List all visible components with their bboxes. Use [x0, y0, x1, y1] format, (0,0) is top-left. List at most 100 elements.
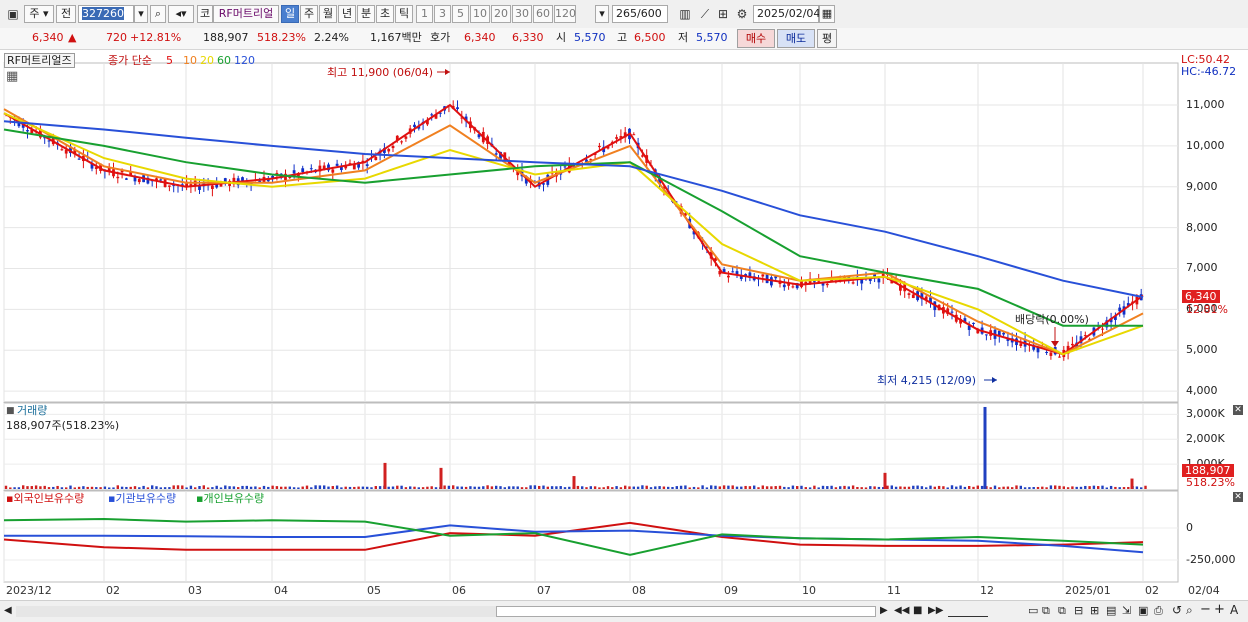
period-tab-5[interactable]: 초 — [376, 5, 394, 23]
count-input[interactable]: 265/600 — [612, 5, 668, 23]
code-dropdown-button[interactable]: ▾ — [134, 5, 148, 23]
period-tab-4[interactable]: 분 — [357, 5, 375, 23]
print-icon[interactable]: ⎙ — [1154, 604, 1163, 618]
search-icon[interactable]: ⌕ — [150, 5, 166, 23]
settings-icon[interactable]: ⚙ — [733, 5, 751, 23]
zoom-in-icon[interactable]: + — [1214, 602, 1225, 617]
candle-icon[interactable]: ▥ — [676, 5, 694, 23]
period-tab-2[interactable]: 월 — [319, 5, 337, 23]
split-icon[interactable]: ⊟ — [1074, 604, 1083, 617]
screen-menu-icon[interactable]: ▣ — [4, 5, 22, 23]
save-icon[interactable]: ▣ — [1138, 604, 1148, 617]
volume-bar — [1036, 486, 1040, 489]
volume-bar — [761, 485, 764, 489]
date-input[interactable]: 2025/02/04 — [753, 5, 820, 23]
ma-period-60[interactable]: 60 — [217, 54, 231, 67]
forward-icon[interactable]: ▶▶ — [928, 605, 943, 616]
volume-bar — [396, 485, 399, 489]
speaker-icon[interactable]: ◂▾ — [168, 5, 194, 23]
kospi-badge[interactable]: 코 — [197, 5, 213, 23]
low-price: 5,570 — [696, 31, 728, 44]
price-panel-title[interactable]: RF머트리얼즈 — [4, 53, 75, 68]
zoom-slider[interactable] — [948, 606, 988, 617]
panel-icon[interactable]: ▤ — [1106, 604, 1116, 617]
draw-icon[interactable]: ⟋ — [696, 5, 714, 23]
indicator-grid-icon[interactable]: ▦ — [6, 70, 18, 83]
volume-bar — [1088, 486, 1091, 489]
buy-button[interactable]: 매수 — [737, 29, 775, 48]
zoom-icon[interactable]: ⌕ — [1186, 603, 1193, 618]
volume-bar — [1105, 487, 1108, 489]
crosshair-icon[interactable]: ⊞ — [714, 5, 732, 23]
volume-bar — [426, 486, 429, 489]
volume-bar — [710, 485, 713, 489]
volume-panel-marker: ■ — [6, 406, 15, 416]
period-tab-3[interactable]: 년 — [338, 5, 356, 23]
interval-dropdown-button[interactable]: ▾ — [595, 5, 609, 23]
avg-button[interactable]: 평 — [817, 29, 837, 48]
volume-panel-close-icon[interactable]: ✕ — [1233, 405, 1243, 415]
candle-body — [950, 311, 954, 313]
interval-tab-1[interactable]: 1 — [416, 5, 433, 23]
reset-icon[interactable]: ↺ — [1172, 603, 1182, 617]
volume-bar — [563, 487, 567, 489]
window-icon[interactable]: ⧉ — [1058, 604, 1066, 618]
interval-tab-120[interactable]: 120 — [554, 5, 576, 23]
interval-tab-10[interactable]: 10 — [470, 5, 490, 23]
volume-bar — [82, 486, 85, 489]
volume-bar — [611, 487, 614, 489]
interval-tab-3[interactable]: 3 — [434, 5, 451, 23]
volume-bar — [955, 486, 958, 489]
volume-bar — [654, 486, 657, 489]
period-tab-1[interactable]: 주 — [300, 5, 318, 23]
period-tab-6[interactable]: 틱 — [395, 5, 413, 23]
jeon-button[interactable]: 전 — [56, 5, 76, 23]
holding-panel-close-icon[interactable]: ✕ — [1233, 492, 1243, 502]
candle-body — [1071, 343, 1074, 346]
volume-bar — [34, 485, 38, 489]
ma-period-5[interactable]: 5 — [166, 54, 173, 67]
rewind-icon[interactable]: ◀◀ — [894, 605, 909, 616]
volume-bar — [817, 487, 820, 489]
volume-bar — [125, 486, 128, 489]
scroll-thumb[interactable] — [496, 606, 876, 617]
period-tab-0[interactable]: 일 — [281, 5, 299, 23]
market-select[interactable]: 주 ▾ — [24, 5, 54, 23]
candle-body — [632, 134, 636, 136]
interval-tab-20[interactable]: 20 — [491, 5, 511, 23]
candle-body — [430, 114, 434, 116]
volume-bar — [262, 485, 266, 489]
volume-bar — [1127, 486, 1130, 489]
ma-period-20[interactable]: 20 — [200, 54, 214, 67]
volume-bar — [705, 487, 709, 489]
scroll-left-icon[interactable]: ◀ — [4, 605, 12, 616]
chart-canvas[interactable] — [0, 50, 1248, 621]
layout-icon[interactable]: ▭ — [1028, 604, 1038, 617]
volume-bar — [499, 486, 502, 489]
scroll-track[interactable] — [16, 606, 876, 617]
copy-icon[interactable]: ⧉ — [1042, 604, 1050, 618]
interval-tab-5[interactable]: 5 — [452, 5, 469, 23]
volume-bar — [13, 487, 16, 489]
ma-period-120[interactable]: 120 — [234, 54, 255, 67]
volume-bar — [998, 487, 1001, 489]
stock-name-field[interactable]: RF머트리얼 — [213, 5, 279, 23]
code-input[interactable]: 327260 — [78, 5, 134, 23]
interval-tab-30[interactable]: 30 — [512, 5, 532, 23]
high-annotation: 최고 11,900 (06/04) — [327, 66, 434, 79]
zoom-out-icon[interactable]: − — [1200, 602, 1211, 617]
volume-spike — [383, 462, 387, 489]
volume-bar — [232, 486, 236, 489]
volume-bar — [1023, 487, 1027, 489]
interval-tab-60[interactable]: 60 — [533, 5, 553, 23]
stop-icon[interactable]: ■ — [913, 605, 922, 616]
export-icon[interactable]: ⇲ — [1122, 604, 1131, 617]
volume-bar — [735, 486, 739, 489]
x-tick-label: 09 — [724, 584, 738, 597]
sell-button[interactable]: 매도 — [777, 29, 815, 48]
ma-period-10[interactable]: 10 — [183, 54, 197, 67]
grid-icon[interactable]: ⊞ — [1090, 604, 1099, 617]
font-size-icon[interactable]: A — [1230, 603, 1238, 617]
scroll-right-icon[interactable]: ▶ — [880, 605, 888, 616]
calendar-icon[interactable]: ▦ — [819, 5, 835, 23]
